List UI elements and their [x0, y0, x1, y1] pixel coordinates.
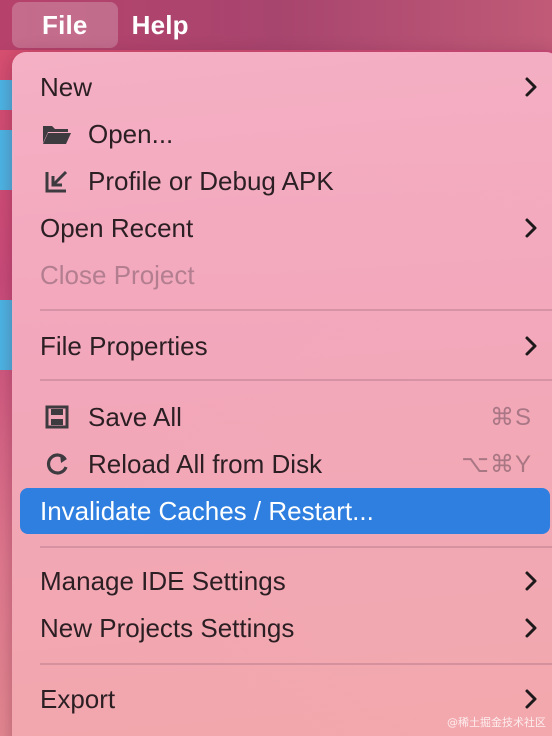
menu-item-file-properties[interactable]: File Properties: [20, 323, 550, 369]
menu-item-new[interactable]: New: [20, 64, 550, 110]
chevron-right-icon: [525, 336, 537, 356]
shortcut-label: ⌥⌘Y: [461, 450, 532, 478]
menu-item-profile-debug-apk[interactable]: Profile or Debug APK: [20, 158, 550, 204]
menu-item-label: File Properties: [40, 330, 208, 361]
chevron-right-icon: [525, 77, 537, 97]
menu-bar: File Help: [0, 0, 552, 50]
menubar-help[interactable]: Help: [118, 0, 211, 50]
menu-item-label: Open Recent: [40, 212, 194, 243]
file-menu-dropdown: New Open... Profile or Debug APK Open Re…: [12, 52, 552, 736]
reload-icon: [42, 451, 72, 477]
menu-item-label: Open...: [88, 118, 174, 149]
menu-item-reload-all[interactable]: Reload All from Disk ⌥⌘Y: [20, 441, 550, 487]
import-arrow-icon: [42, 168, 72, 194]
menu-item-close-project: Close Project: [20, 252, 550, 298]
menu-item-new-projects-settings[interactable]: New Projects Settings: [20, 605, 550, 651]
shortcut-label: ⌘S: [489, 403, 532, 431]
menu-item-label: Export: [40, 683, 116, 714]
menu-item-label: New: [40, 71, 93, 102]
menu-item-label: Save All: [88, 401, 182, 432]
folder-icon: [42, 123, 72, 145]
chevron-right-icon: [525, 618, 537, 638]
chevron-right-icon: [525, 689, 537, 709]
menu-separator: [40, 309, 552, 311]
menu-item-label: New Projects Settings: [40, 612, 295, 643]
menu-separator: [40, 546, 552, 548]
menu-item-save-all[interactable]: Save All ⌘S: [20, 394, 550, 440]
menu-item-label: Manage IDE Settings: [40, 565, 286, 596]
menu-item-manage-ide-settings[interactable]: Manage IDE Settings: [20, 558, 550, 604]
menu-item-label: Profile or Debug APK: [88, 165, 334, 196]
menu-item-label: Reload All from Disk: [88, 448, 323, 479]
menu-separator: [40, 379, 552, 381]
menu-item-label: Invalidate Caches / Restart...: [40, 495, 374, 526]
menubar-file[interactable]: File: [12, 2, 118, 48]
menu-item-invalidate-caches[interactable]: Invalidate Caches / Restart...: [20, 488, 550, 534]
menu-item-label: Close Project: [40, 259, 195, 290]
watermark: @稀土掘金技术社区: [447, 716, 546, 729]
chevron-right-icon: [525, 218, 537, 238]
menu-item-open-recent[interactable]: Open Recent: [20, 205, 550, 251]
menu-item-open[interactable]: Open...: [20, 111, 550, 157]
chevron-right-icon: [525, 571, 537, 591]
menu-separator: [40, 663, 552, 665]
save-icon: [42, 405, 72, 429]
